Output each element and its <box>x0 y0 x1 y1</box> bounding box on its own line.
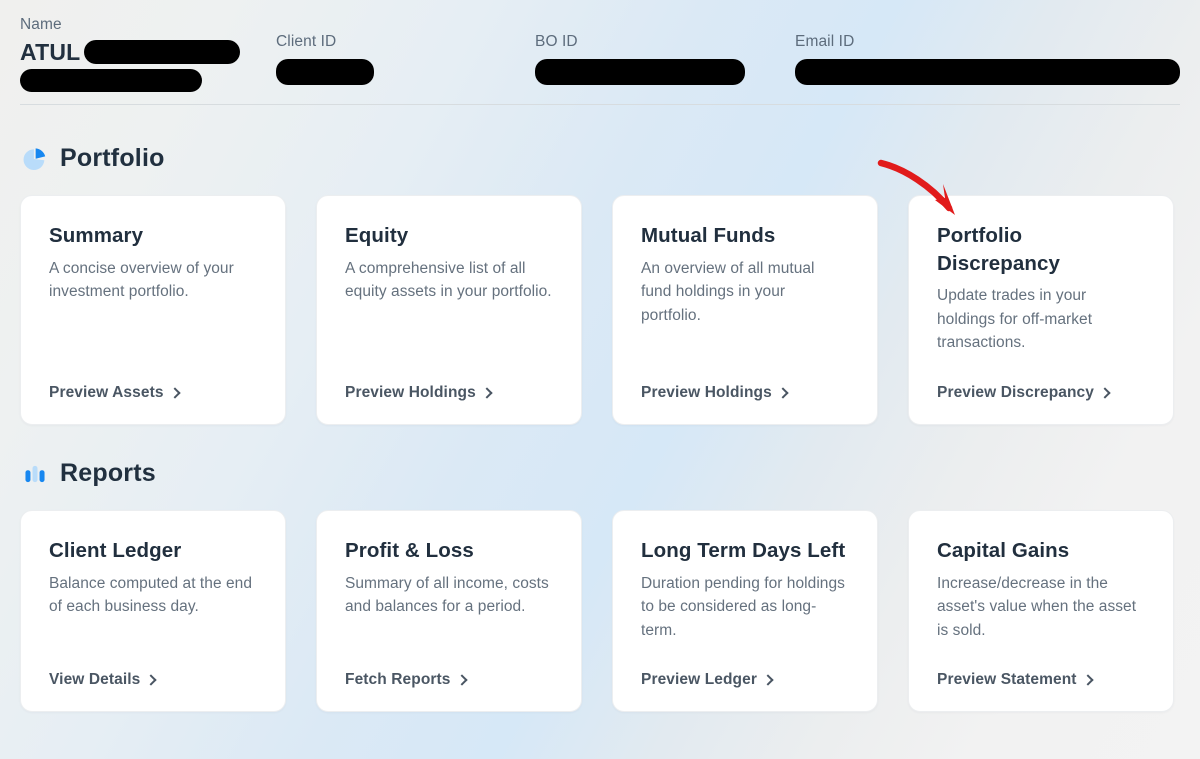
card-title: Summary <box>49 224 144 247</box>
card-action-label: Preview Statement <box>937 671 1077 688</box>
portfolio-section-header: Portfolio <box>20 144 1180 173</box>
bo-id-label: BO ID <box>535 33 578 50</box>
card-description: Summary of all income, costs and balance… <box>345 574 549 616</box>
card-portfolio-discrepancy[interactable]: Portfolio Discrepancy Update trades in y… <box>908 195 1174 425</box>
redaction-bar-email-id <box>795 59 1180 85</box>
card-action-label: Preview Ledger <box>641 671 757 688</box>
chevron-right-icon <box>455 674 468 686</box>
card-title: Portfolio Discrepancy <box>937 224 1061 275</box>
card-action-preview-holdings-mf[interactable]: Preview Holdings <box>641 384 849 402</box>
chevron-right-icon <box>1081 674 1094 686</box>
card-client-ledger[interactable]: Client Ledger Balance computed at the en… <box>20 510 286 712</box>
header-divider <box>20 104 1180 105</box>
card-profit-and-loss[interactable]: Profit & Loss Summary of all income, cos… <box>316 510 582 712</box>
chevron-right-icon <box>777 387 789 399</box>
header-field-name: Name ATUL <box>20 16 241 92</box>
chevron-right-icon <box>145 674 158 686</box>
redaction-bar-client-id <box>276 59 374 85</box>
card-summary[interactable]: Summary A concise overview of your inves… <box>20 195 286 425</box>
card-action-label: View Details <box>49 671 141 688</box>
card-action-label: Preview Assets <box>49 384 164 401</box>
card-title: Mutual Funds <box>641 224 776 247</box>
reports-card-grid: Client Ledger Balance computed at the en… <box>20 510 1180 712</box>
name-label: Name <box>20 16 62 33</box>
card-action-preview-ledger[interactable]: Preview Ledger <box>641 671 849 689</box>
card-title: Long Term Days Left <box>641 539 846 562</box>
card-action-preview-holdings-equity[interactable]: Preview Holdings <box>345 384 553 402</box>
card-mutual-funds[interactable]: Mutual Funds An overview of all mutual f… <box>612 195 878 425</box>
card-title: Capital Gains <box>937 539 1070 562</box>
card-description: Update trades in your holdings for off-m… <box>937 287 1093 352</box>
card-description: A comprehensive list of all equity asset… <box>345 259 552 301</box>
card-action-label: Preview Holdings <box>345 384 476 401</box>
card-description: Balance computed at the end of each busi… <box>49 574 252 616</box>
email-id-label: Email ID <box>795 33 855 50</box>
client-header: Name ATUL Client ID BO ID Email ID <box>0 0 1200 106</box>
bar-chart-icon <box>25 465 45 482</box>
portfolio-section-title: Portfolio <box>60 144 165 172</box>
redaction-bar-name-2 <box>20 69 202 92</box>
card-action-preview-discrepancy[interactable]: Preview Discrepancy <box>937 384 1145 402</box>
card-action-label: Preview Holdings <box>641 384 772 401</box>
name-value-row: ATUL <box>20 38 241 65</box>
card-equity[interactable]: Equity A comprehensive list of all equit… <box>316 195 582 425</box>
card-capital-gains[interactable]: Capital Gains Increase/decrease in the a… <box>908 510 1174 712</box>
name-value: ATUL <box>20 38 81 65</box>
card-action-view-details[interactable]: View Details <box>49 671 257 689</box>
card-action-label: Fetch Reports <box>345 671 451 688</box>
chevron-right-icon <box>481 387 493 399</box>
portfolio-section: Portfolio Summary A concise overview of … <box>0 144 1200 425</box>
card-action-fetch-reports[interactable]: Fetch Reports <box>345 671 553 689</box>
card-action-preview-statement[interactable]: Preview Statement <box>937 671 1145 689</box>
chevron-right-icon <box>762 674 774 686</box>
card-description: Increase/decrease in the asset's value w… <box>937 574 1137 639</box>
client-id-label: Client ID <box>276 33 337 50</box>
card-title: Client Ledger <box>49 539 182 562</box>
header-field-email-id: Email ID <box>795 33 1180 85</box>
card-action-label: Preview Discrepancy <box>937 384 1094 401</box>
card-description: A concise overview of your investment po… <box>49 259 234 301</box>
card-title: Equity <box>345 224 409 247</box>
redaction-bar-bo-id <box>535 59 745 85</box>
redaction-bar-name-1 <box>84 40 241 64</box>
chevron-right-icon <box>1099 387 1111 399</box>
header-field-bo-id: BO ID <box>535 33 745 85</box>
reports-section: Reports Client Ledger Balance computed a… <box>0 459 1200 712</box>
reports-section-title: Reports <box>60 459 156 487</box>
header-field-client-id: Client ID <box>276 33 374 85</box>
card-description: Duration pending for holdings to be cons… <box>641 574 845 639</box>
card-title: Profit & Loss <box>345 539 474 562</box>
portfolio-card-grid: Summary A concise overview of your inves… <box>20 195 1180 425</box>
card-description: An overview of all mutual fund holdings … <box>641 259 815 324</box>
card-long-term-days-left[interactable]: Long Term Days Left Duration pending for… <box>612 510 878 712</box>
chevron-right-icon <box>168 387 181 399</box>
pie-chart-icon <box>23 147 46 170</box>
reports-section-header: Reports <box>20 459 1180 488</box>
card-action-preview-assets[interactable]: Preview Assets <box>49 384 257 402</box>
